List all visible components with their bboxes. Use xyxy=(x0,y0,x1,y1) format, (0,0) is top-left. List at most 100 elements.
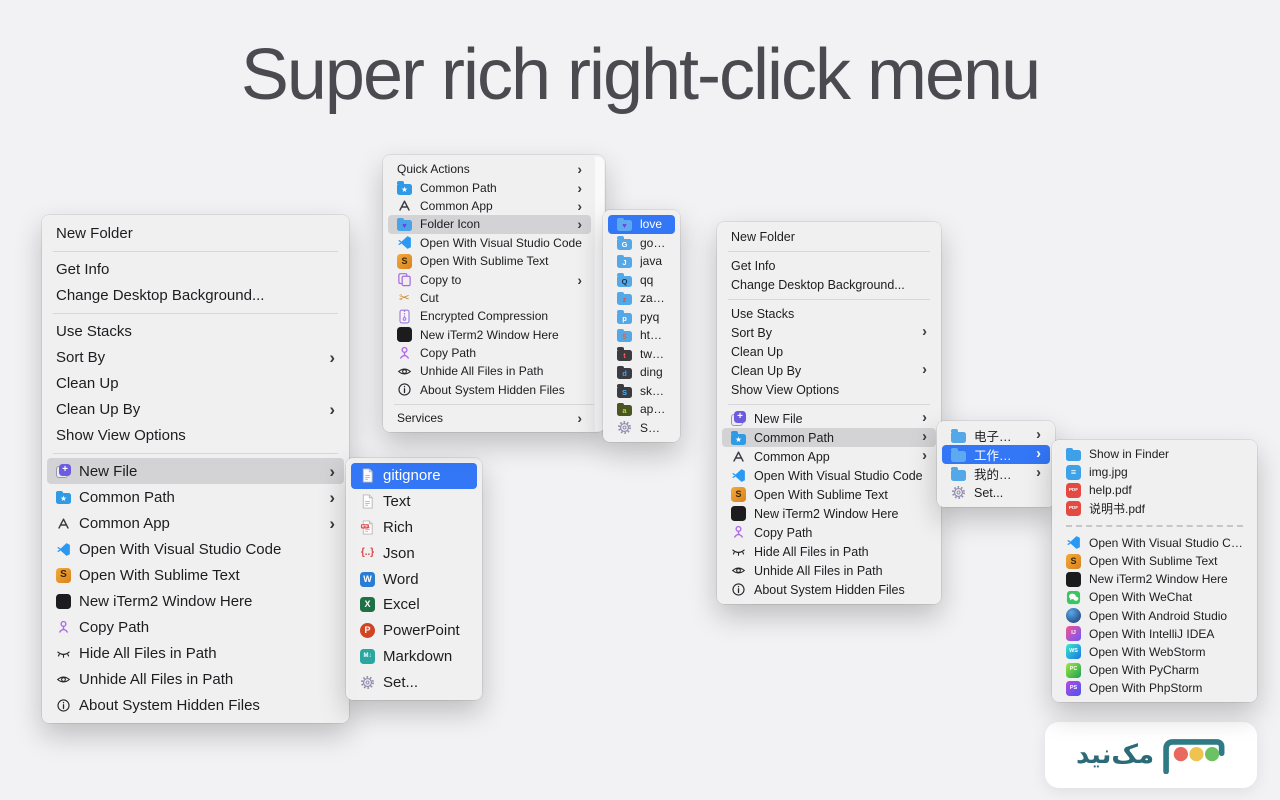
menu-item-common-app[interactable]: Common App › xyxy=(722,447,936,466)
menu-item-word[interactable]: W Word xyxy=(351,566,477,592)
menu-item-sort-by[interactable]: Sort By › xyxy=(722,323,936,342)
menu-item-label: New iTerm2 Window Here xyxy=(1089,572,1228,587)
menu-item-set[interactable]: Set... xyxy=(942,483,1050,502)
image-file-icon: ≡ xyxy=(1066,464,1081,480)
menu-item-json[interactable]: {..} Json xyxy=(351,540,477,566)
menu-item-item-0[interactable]: 电子表格 › xyxy=(942,426,1050,445)
menu-item-html5[interactable]: 5 html5 xyxy=(608,326,675,345)
menu-item-use-stacks[interactable]: Use Stacks xyxy=(47,318,344,344)
menu-item-show-view-options[interactable]: Show View Options xyxy=(47,422,344,448)
menu-item-open-with-android-studio[interactable]: Open With Android Studio xyxy=(1057,607,1252,625)
menu-item-cut[interactable]: ✂ Cut xyxy=(388,289,591,307)
scissors-icon: ✂ xyxy=(399,290,410,306)
menu-item-zapier[interactable]: zzapier xyxy=(608,289,675,308)
menu-item-gitignore[interactable]: gitignore xyxy=(351,463,477,489)
menu-item-sort-by[interactable]: Sort By › xyxy=(47,344,344,370)
menu-item-open-with-visual-studio-code[interactable]: Open With Visual Studio Code xyxy=(722,466,936,485)
menu-item-pyq[interactable]: p pyq xyxy=(608,308,675,327)
menu-item-label: Use Stacks xyxy=(56,322,132,340)
menu-item-open-with-pycharm[interactable]: PC Open With PyCharm xyxy=(1057,661,1252,679)
menu-item-unhide-all-files-in-path[interactable]: Unhide All Files in Path xyxy=(388,362,591,380)
menu-item-about-system-hidden-files[interactable]: About System Hidden Files xyxy=(388,381,591,399)
menu-item-unhide-all-files-in-path[interactable]: Unhide All Files in Path xyxy=(722,561,936,580)
menu-item-open-with-sublime-text[interactable]: S Open With Sublime Text xyxy=(388,252,591,270)
menu-item-text[interactable]: Text xyxy=(351,489,477,515)
menu-item-skype[interactable]: Sskype xyxy=(608,382,675,401)
menu-item-open-with-sublime-text[interactable]: S Open With Sublime Text xyxy=(722,485,936,504)
menu-item-markdown[interactable]: M↓ Markdown xyxy=(351,644,477,670)
menu-item-clean-up[interactable]: Clean Up xyxy=(47,370,344,396)
menu-item-change-desktop-background[interactable]: Change Desktop Background... xyxy=(722,275,936,294)
menu-item-love[interactable]: ♥ love xyxy=(608,215,675,234)
menu-item-show-in-finder[interactable]: Show in Finder xyxy=(1057,445,1252,463)
menu-item-open-with-visual-studio-code[interactable]: Open With Visual Studio Code xyxy=(388,234,591,252)
menu-item-java[interactable]: Jjava xyxy=(608,252,675,271)
menu-item-common-path[interactable]: ★ Common Path › xyxy=(722,428,936,447)
menu-item-new-iterm2-window-here[interactable]: New iTerm2 Window Here xyxy=(47,588,344,614)
menu-item-copy-to[interactable]: Copy to › xyxy=(388,270,591,288)
menu-item-new-iterm2-window-here[interactable]: New iTerm2 Window Here xyxy=(388,326,591,344)
menu-item-common-app[interactable]: Common App › xyxy=(388,197,591,215)
menu-item-get-info[interactable]: Get Info xyxy=(722,256,936,275)
menu-item-label: Clean Up By xyxy=(731,363,802,378)
menu-item-copy-path[interactable]: Copy Path xyxy=(47,614,344,640)
menu-item-pdf[interactable]: PDF 说明书.pdf xyxy=(1057,500,1252,518)
menu-item-change-desktop-background[interactable]: Change Desktop Background... xyxy=(47,282,344,308)
menu-item-new-file[interactable]: + New File › xyxy=(722,409,936,428)
menu-item-about-system-hidden-files[interactable]: About System Hidden Files xyxy=(47,692,344,718)
menu-item-open-with-intellij-idea[interactable]: IJ Open With IntelliJ IDEA xyxy=(1057,625,1252,643)
menu-item-open-with-phpstorm[interactable]: PS Open With PhpStorm xyxy=(1057,679,1252,697)
menu-item-qq[interactable]: Qqq xyxy=(608,271,675,290)
menu-item-hide-all-files-in-path[interactable]: Hide All Files in Path xyxy=(47,640,344,666)
menu-item-show-view-options[interactable]: Show View Options xyxy=(722,380,936,399)
menu-item-open-with-visual-studio-code[interactable]: Open With Visual Studio Code xyxy=(1057,534,1252,552)
menu-item-clean-up-by[interactable]: Clean Up By › xyxy=(47,396,344,422)
menu-item-item-1[interactable]: 工作文档 › xyxy=(942,445,1050,464)
menu-item-label: Clean Up xyxy=(56,374,119,392)
menu-item-use-stacks[interactable]: Use Stacks xyxy=(722,304,936,323)
menu-item-new-iterm2-window-here[interactable]: New iTerm2 Window Here xyxy=(722,504,936,523)
menu-item-about-system-hidden-files[interactable]: About System Hidden Files xyxy=(722,580,936,599)
menu-item-clean-up-by[interactable]: Clean Up By › xyxy=(722,361,936,380)
menu-item-clean-up[interactable]: Clean Up xyxy=(722,342,936,361)
folder-google-icon: G xyxy=(617,236,632,250)
menu-item-open-with-wechat[interactable]: Open With WeChat xyxy=(1057,588,1252,606)
menu-item-open-with-sublime-text[interactable]: S Open With Sublime Text xyxy=(1057,552,1252,570)
menu-item-open-with-webstorm[interactable]: WS Open With WebStorm xyxy=(1057,643,1252,661)
menu-item-unhide-all-files-in-path[interactable]: Unhide All Files in Path xyxy=(47,666,344,692)
menu-item-common-path[interactable]: ★ Common Path › xyxy=(47,484,344,510)
menu-item-powerpoint[interactable]: P PowerPoint xyxy=(351,618,477,644)
menu-item-set[interactable]: Set... xyxy=(608,419,675,438)
menu-item-set[interactable]: Set... xyxy=(351,669,477,695)
menu-item-label: Open With WeChat xyxy=(1089,590,1193,605)
menu-item-copy-path[interactable]: Copy Path xyxy=(388,344,591,362)
menu-item-copy-path[interactable]: Copy Path xyxy=(722,523,936,542)
menu-item-excel[interactable]: X Excel xyxy=(351,592,477,618)
menu-item-new-folder[interactable]: New Folder xyxy=(47,220,344,246)
menu-item-new-folder[interactable]: New Folder xyxy=(722,227,936,246)
menu-item-twitter[interactable]: t twitter xyxy=(608,345,675,364)
menu-item-open-with-visual-studio-code[interactable]: Open With Visual Studio Code xyxy=(47,536,344,562)
menu-item-ding[interactable]: d ding xyxy=(608,363,675,382)
menu-item-label: Show in Finder xyxy=(1089,447,1170,462)
menu-item-services[interactable]: Services › xyxy=(388,409,591,427)
menu-item-encrypted-compression[interactable]: Encrypted Compression xyxy=(388,307,591,325)
chevron-right-icon: › xyxy=(577,410,582,427)
menu-item-rich[interactable]: RTF Rich xyxy=(351,515,477,541)
menu-item-item-2[interactable]: 我的图库 › xyxy=(942,464,1050,483)
menu-item-new-file[interactable]: + New File › xyxy=(47,458,344,484)
menu-item-apple[interactable]: aapple xyxy=(608,400,675,419)
menu-item-new-iterm2-window-here[interactable]: New iTerm2 Window Here xyxy=(1057,570,1252,588)
zip-file-icon xyxy=(397,309,412,324)
maknid-logo-text: مک‌نید xyxy=(1075,740,1155,770)
menu-item-open-with-sublime-text[interactable]: S Open With Sublime Text xyxy=(47,562,344,588)
menu-item-common-path[interactable]: ★ Common Path › xyxy=(388,178,591,196)
menu-item-folder-icon[interactable]: ♥ Folder Icon › xyxy=(388,215,591,234)
menu-item-quick-actions[interactable]: Quick Actions › xyxy=(388,160,591,178)
menu-item-common-app[interactable]: Common App › xyxy=(47,510,344,536)
menu-item-google[interactable]: Ggoogle xyxy=(608,234,675,253)
menu-item-help-pdf[interactable]: PDF help.pdf xyxy=(1057,481,1252,499)
menu-item-hide-all-files-in-path[interactable]: Hide All Files in Path xyxy=(722,542,936,561)
menu-item-get-info[interactable]: Get Info xyxy=(47,256,344,282)
menu-item-img-jpg[interactable]: ≡ img.jpg xyxy=(1057,463,1252,481)
